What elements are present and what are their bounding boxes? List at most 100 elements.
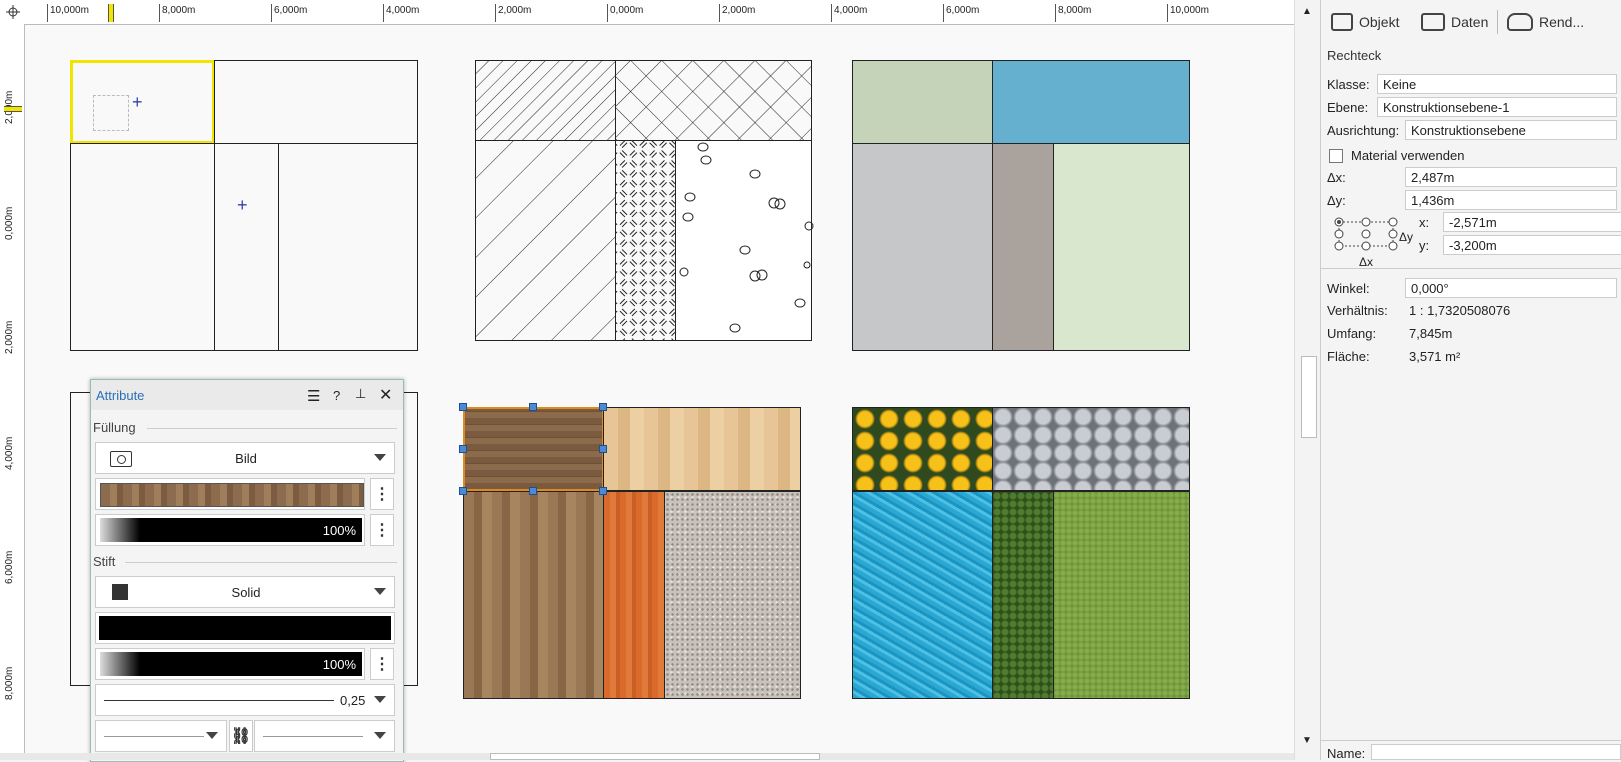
ausrichtung-label: Ausrichtung:	[1327, 123, 1400, 138]
scroll-thumb[interactable]	[490, 753, 820, 760]
fill-type-value: Bild	[235, 451, 257, 466]
anchor-dy-label: Δy	[1399, 230, 1414, 244]
selection-handle[interactable]	[529, 487, 537, 495]
top-ruler: 10,000m 8,000m 6,000m 4,000m 2,000m 0,00…	[0, 0, 1300, 25]
selection-handle[interactable]	[529, 403, 537, 411]
material-checkbox[interactable]	[1329, 149, 1343, 163]
scroll-down-icon[interactable]: ▼	[1302, 735, 1312, 746]
x-value: -2,571m	[1449, 215, 1497, 230]
selection-handle[interactable]	[459, 445, 467, 453]
horizontal-scrollbar[interactable]	[0, 753, 1294, 760]
dx-row: Δx: 2,487m	[1327, 167, 1621, 189]
center-cross-icon: +	[237, 195, 248, 215]
material-label: Material verwenden	[1351, 148, 1465, 163]
selection-handle[interactable]	[599, 445, 607, 453]
y-label: y:	[1419, 238, 1430, 253]
selection-handle[interactable]	[459, 487, 467, 495]
link-icon[interactable]: ⛓	[229, 720, 253, 752]
anchor-point-selector[interactable]	[1333, 216, 1403, 256]
line-weight-dropdown[interactable]: 0,25	[95, 684, 395, 716]
ruler-marker	[108, 4, 114, 22]
fill-opacity-slider[interactable]: 100%	[95, 514, 365, 546]
pen-color-swatch[interactable]	[95, 612, 395, 644]
attribute-dialog[interactable]: Attribute ☰ ? ⊥ ✕ Füllung Bild ⋮ 100% ⋮ …	[90, 379, 404, 762]
rectangle[interactable]	[278, 143, 418, 351]
chevron-down-icon	[374, 454, 386, 461]
ebene-dropdown[interactable]: Konstruktionsebene-1	[1377, 97, 1617, 117]
wood-texture-dark[interactable]	[463, 407, 604, 491]
granite-texture[interactable]	[664, 491, 801, 699]
rectangle[interactable]	[214, 60, 418, 144]
wood-texture-cherry[interactable]	[603, 491, 665, 699]
hedge-texture[interactable]	[992, 491, 1054, 699]
name-field[interactable]	[1371, 744, 1621, 760]
line-weight-value: 0,25	[340, 693, 366, 708]
ruler-label: 4,000m	[4, 436, 15, 470]
dialog-title: Attribute	[96, 388, 145, 403]
klasse-dropdown[interactable]: Keine	[1377, 74, 1617, 94]
selection-handle[interactable]	[459, 403, 467, 411]
wood-texture-light[interactable]	[603, 407, 801, 491]
tab-rendern[interactable]: Rend...	[1507, 8, 1584, 36]
verhaeltnis-row: Verhältnis: 1 : 1,7320508076	[1327, 300, 1621, 322]
object-type: Rechteck	[1327, 48, 1382, 63]
scroll-up-icon[interactable]: ▲	[1302, 6, 1312, 17]
ruler-marker	[4, 106, 22, 112]
rectangle[interactable]	[70, 143, 215, 351]
tab-objekt[interactable]: Objekt	[1331, 8, 1399, 36]
grass-texture[interactable]	[1053, 491, 1190, 699]
flower-texture[interactable]	[852, 407, 993, 491]
help-button[interactable]: ?	[333, 388, 340, 403]
dialog-titlebar[interactable]: Attribute ☰ ? ⊥ ✕	[91, 380, 403, 410]
water-texture[interactable]	[852, 491, 993, 699]
dx-field[interactable]: 2,487m	[1405, 167, 1617, 187]
rectangle-grey[interactable]	[852, 143, 993, 351]
ebene-label: Ebene:	[1327, 100, 1369, 115]
x-field[interactable]: -2,571m	[1443, 212, 1621, 232]
object-info-panel: Objekt Daten Rend... Rechteck Klasse: Ke…	[1320, 0, 1621, 761]
dashed-marker	[93, 95, 129, 131]
cobblestone-texture[interactable]	[992, 407, 1190, 491]
klasse-label: Klasse:	[1327, 77, 1370, 92]
vertical-scrollbar[interactable]: ▲ ▼	[1294, 0, 1321, 760]
flaeche-label: Fläche:	[1327, 349, 1370, 364]
rectangle-sky[interactable]	[992, 60, 1190, 144]
chevron-down-icon	[374, 696, 386, 703]
pen-opacity-menu-button[interactable]: ⋮	[370, 648, 394, 680]
ruler-label: 0,000m	[4, 206, 15, 240]
dx-value: 2,487m	[1411, 170, 1455, 185]
pen-type-dropdown[interactable]: Solid	[95, 576, 395, 608]
ruler-origin-icon[interactable]	[6, 5, 20, 19]
line-start-dropdown[interactable]	[95, 720, 227, 752]
tab-daten[interactable]: Daten	[1421, 8, 1488, 36]
ruler-label: 8,000m	[162, 5, 196, 16]
chevron-down-icon	[374, 588, 386, 595]
selection-handle[interactable]	[599, 487, 607, 495]
rectangle-sage[interactable]	[852, 60, 993, 144]
fill-image-swatch[interactable]	[95, 478, 365, 510]
dy-field[interactable]: 1,436m	[1405, 190, 1617, 210]
y-field[interactable]: -3,200m	[1443, 235, 1621, 255]
flaeche-value: 3,571 m²	[1409, 349, 1461, 364]
pen-opacity-slider[interactable]: 100%	[95, 648, 365, 680]
scroll-thumb[interactable]	[1301, 356, 1317, 438]
rectangle-mint[interactable]	[1053, 143, 1190, 351]
fill-opacity-menu-button[interactable]: ⋮	[370, 514, 394, 546]
rectangle-taupe[interactable]	[992, 143, 1054, 351]
close-icon[interactable]: ✕	[379, 385, 392, 405]
selection-handle[interactable]	[599, 403, 607, 411]
rectangle[interactable]	[214, 143, 279, 351]
menu-icon[interactable]: ☰	[307, 387, 320, 405]
ausrichtung-dropdown[interactable]: Konstruktionsebene	[1405, 120, 1617, 140]
wood-texture-parquet[interactable]	[463, 491, 604, 699]
ebene-value: Konstruktionsebene-1	[1383, 100, 1510, 115]
fill-type-dropdown[interactable]: Bild	[95, 442, 395, 474]
left-ruler: 2,000m 0,000m 2,000m 4,000m 6,000m 8,000…	[0, 24, 25, 760]
chevron-down-icon	[374, 732, 386, 739]
object-icon	[1331, 13, 1353, 31]
pin-icon[interactable]: ⊥	[355, 386, 366, 402]
winkel-field[interactable]: 0,000°	[1405, 278, 1617, 298]
line-end-dropdown[interactable]	[254, 720, 395, 752]
klasse-row: Klasse: Keine	[1327, 74, 1621, 96]
fill-image-menu-button[interactable]: ⋮	[370, 478, 394, 510]
